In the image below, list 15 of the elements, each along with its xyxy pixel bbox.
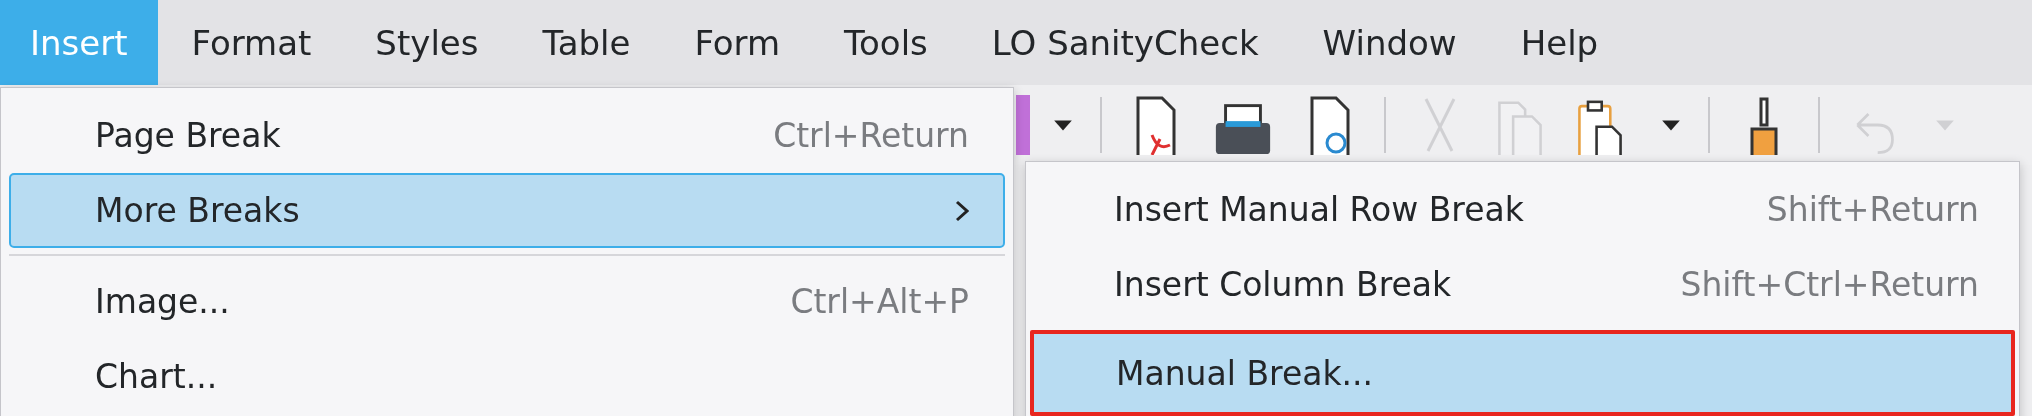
menu-item[interactable]: Manual Break...: [1030, 330, 2015, 416]
menu-item[interactable]: Chart...: [9, 339, 1005, 414]
menu-bar-item[interactable]: Form: [664, 0, 811, 85]
menu-bar-item[interactable]: Window: [1292, 0, 1487, 85]
menu-item[interactable]: Page Break Ctrl+Return: [9, 98, 1005, 173]
menu-item[interactable]: More Breaks: [9, 173, 1005, 248]
menu-bar-item[interactable]: Styles: [345, 0, 509, 85]
menu-bar-item[interactable]: Format: [161, 0, 342, 85]
menu-item[interactable]: Insert Manual Row Break Shift+Return: [1030, 172, 2015, 247]
menu-item[interactable]: Insert Column Break Shift+Ctrl+Return: [1030, 247, 2015, 322]
menu-bar-item[interactable]: Help: [1490, 0, 1629, 85]
menu-bar-item[interactable]: LO SanityCheck: [961, 0, 1289, 85]
menu-item[interactable]: Image... Ctrl+Alt+P: [9, 264, 1005, 339]
menu-bar-item[interactable]: Tools: [814, 0, 958, 85]
menu-bar-item[interactable]: Table: [512, 0, 661, 85]
